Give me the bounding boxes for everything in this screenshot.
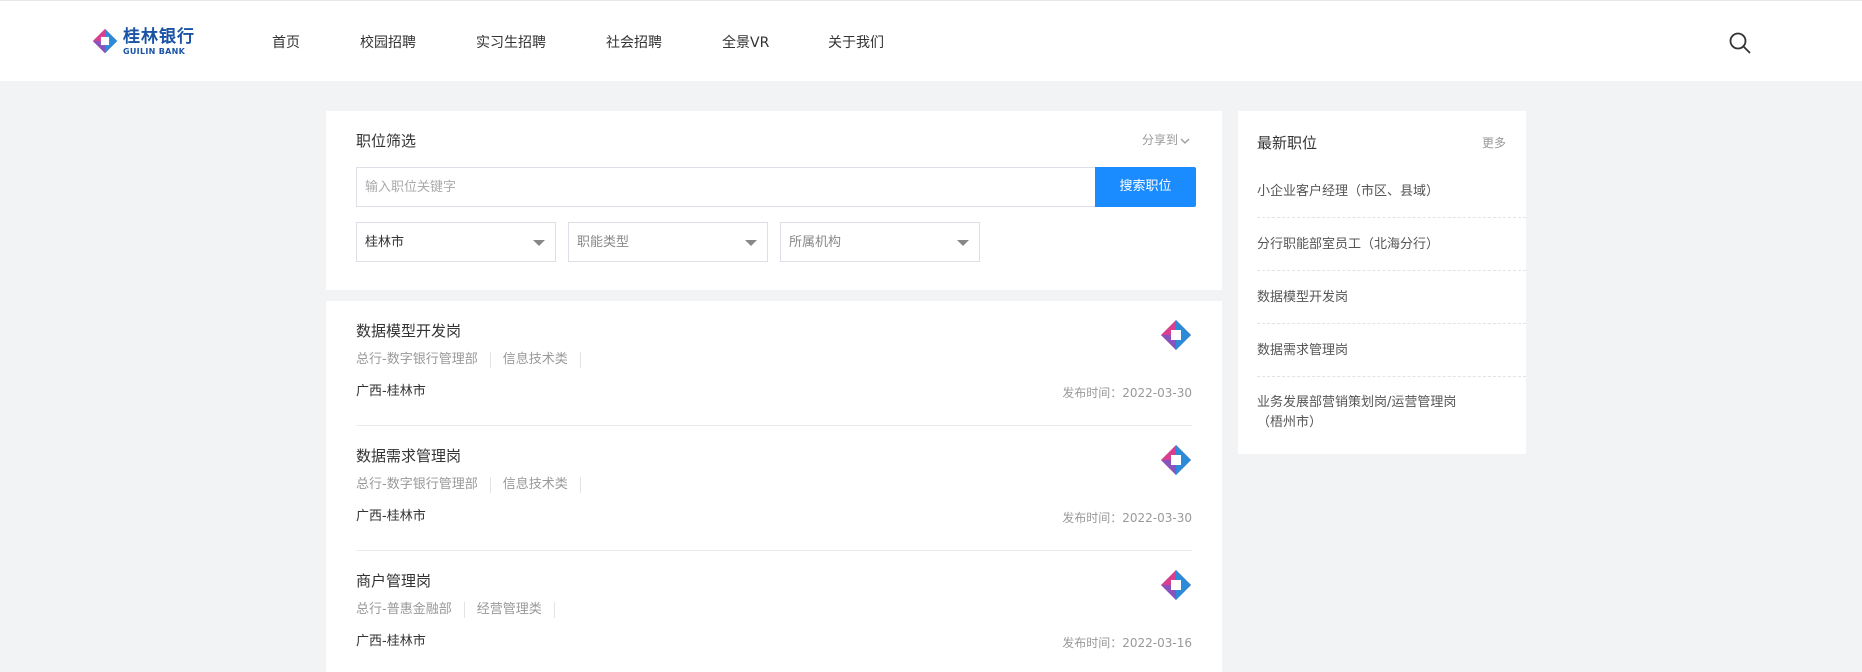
more-link[interactable]: 更多 [1482, 135, 1506, 151]
city-select[interactable]: 桂林市 [356, 222, 556, 262]
latest-job-label: 数据需求管理岗 [1257, 343, 1349, 358]
job-dept: 总行-数字银行管理部 [356, 477, 491, 493]
search-field[interactable] [356, 167, 1095, 207]
job-tags: 总行-普惠金融部 经营管理类 [356, 602, 567, 618]
latest-job-item[interactable]: 分行职能部室员工（北海分行） [1257, 218, 1526, 271]
function-type-placeholder: 职能类型 [577, 235, 630, 250]
logo-en-text: GUILIN BANK [123, 47, 186, 56]
latest-job-item[interactable]: 数据需求管理岗 [1257, 324, 1526, 377]
job-tags: 总行-数字银行管理部 信息技术类 [356, 477, 593, 493]
job-date: 发布时间：2022-03-30 [1062, 386, 1192, 400]
nav-vr[interactable]: 全景VR [722, 34, 769, 52]
latest-job-label: 分行职能部室员工（北海分行） [1257, 237, 1440, 252]
job-title: 数据模型开发岗 [356, 322, 462, 340]
nav-intern[interactable]: 实习生招聘 [476, 34, 546, 52]
filter-title: 职位筛选 [356, 132, 417, 150]
nav-social[interactable]: 社会招聘 [606, 34, 662, 52]
nav-home[interactable]: 首页 [272, 34, 300, 52]
nav-about[interactable]: 关于我们 [828, 34, 884, 52]
job-item[interactable]: 商户管理岗 总行-普惠金融部 经营管理类 广西-桂林市 发布时间：2022-03-… [356, 551, 1192, 672]
latest-jobs-panel: 最新职位 更多 小企业客户经理（市区、县域） 分行职能部室员工（北海分行） 数据… [1238, 111, 1526, 454]
job-date: 发布时间：2022-03-16 [1062, 636, 1192, 650]
job-title: 数据需求管理岗 [356, 447, 462, 465]
share-label: 分享到 [1141, 133, 1178, 147]
bank-logo-icon [92, 28, 118, 54]
latest-job-item[interactable]: 数据模型开发岗 [1257, 271, 1526, 324]
bank-logo-icon [1161, 445, 1191, 475]
latest-jobs-title: 最新职位 [1257, 134, 1318, 152]
latest-job-label: 数据模型开发岗 [1257, 290, 1349, 305]
bank-logo[interactable]: 桂林银行 GUILIN BANK [92, 27, 202, 57]
caret-down-icon [957, 240, 969, 246]
organization-placeholder: 所属机构 [789, 235, 842, 250]
job-item[interactable]: 数据需求管理岗 总行-数字银行管理部 信息技术类 广西-桂林市 发布时间：2022… [356, 426, 1192, 551]
job-item[interactable]: 数据模型开发岗 总行-数字银行管理部 信息技术类 广西-桂林市 发布时间：2022… [356, 301, 1192, 426]
filter-panel: 职位筛选 分享到 搜索职位 桂林市 职能类型 所属机构 [326, 111, 1222, 290]
job-location: 广西-桂林市 [356, 634, 426, 649]
job-dept: 总行-数字银行管理部 [356, 352, 491, 368]
search-icon[interactable] [1728, 31, 1752, 55]
job-category: 信息技术类 [503, 477, 581, 493]
job-date: 发布时间：2022-03-30 [1062, 511, 1192, 525]
latest-job-label: 业务发展部营销策划岗/运营管理岗（梧州市） [1257, 395, 1457, 430]
job-category: 信息技术类 [503, 352, 581, 368]
job-tags: 总行-数字银行管理部 信息技术类 [356, 352, 593, 368]
function-type-select[interactable]: 职能类型 [568, 222, 768, 262]
bank-logo-icon [1161, 320, 1191, 350]
job-list: 数据模型开发岗 总行-数字银行管理部 信息技术类 广西-桂林市 发布时间：2022… [326, 301, 1222, 672]
nav-campus[interactable]: 校园招聘 [360, 34, 416, 52]
share-button[interactable]: 分享到 [1142, 132, 1190, 148]
job-category: 经营管理类 [477, 602, 555, 618]
top-header: 桂林银行 GUILIN BANK 首页 校园招聘 实习生招聘 社会招聘 全景VR… [0, 0, 1862, 81]
chevron-down-icon [1180, 138, 1190, 144]
bank-logo-icon [1161, 570, 1191, 600]
latest-job-item[interactable]: 业务发展部营销策划岗/运营管理岗（梧州市） [1257, 377, 1526, 454]
job-location: 广西-桂林市 [356, 384, 426, 399]
organization-select[interactable]: 所属机构 [780, 222, 980, 262]
city-select-value: 桂林市 [365, 235, 405, 250]
job-dept: 总行-普惠金融部 [356, 602, 465, 618]
job-keyword-input[interactable] [357, 168, 1095, 206]
latest-job-item[interactable]: 小企业客户经理（市区、县域） [1257, 164, 1526, 218]
caret-down-icon [745, 240, 757, 246]
latest-job-label: 小企业客户经理（市区、县域） [1257, 184, 1440, 199]
search-jobs-button[interactable]: 搜索职位 [1095, 167, 1196, 207]
job-title: 商户管理岗 [356, 572, 432, 590]
logo-cn-text: 桂林银行 [123, 27, 195, 47]
job-location: 广西-桂林市 [356, 509, 426, 524]
caret-down-icon [533, 240, 545, 246]
